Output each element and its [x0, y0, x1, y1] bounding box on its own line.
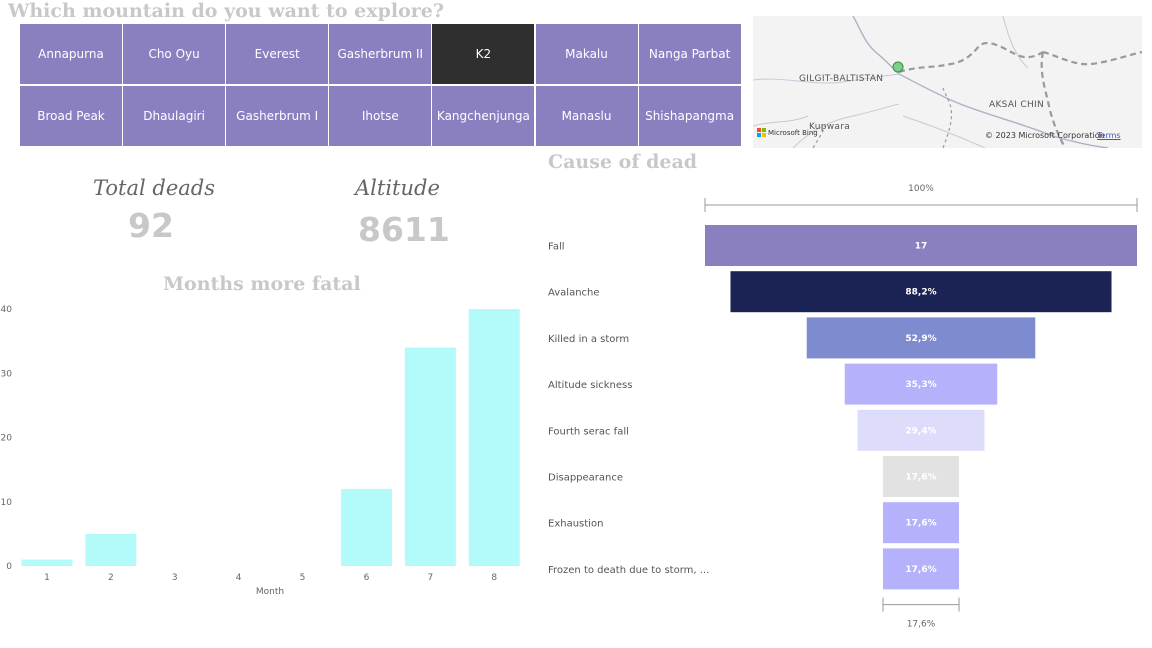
x-tick-label: 4: [236, 573, 242, 583]
x-tick-label: 7: [427, 573, 433, 583]
y-tick-label: 20: [1, 434, 13, 444]
funnel-bottom-label: 17,6%: [907, 620, 936, 630]
mountain-tile-everest[interactable]: Everest: [226, 24, 329, 84]
mountain-tile-gasherbrum-ii[interactable]: Gasherbrum II: [329, 24, 432, 84]
y-tick-label: 40: [1, 305, 13, 315]
mountain-tile-kangchenjunga[interactable]: Kangchenjunga: [432, 86, 535, 146]
x-tick-label: 6: [364, 573, 370, 583]
y-tick-label: 30: [1, 369, 13, 379]
bar-month-1[interactable]: [21, 559, 73, 566]
mountain-slicer: Annapurna Cho Oyu Everest Gasherbrum II K2 Ma…: [20, 24, 741, 148]
y-tick-label: 0: [6, 562, 12, 572]
months-chart-title: Months more fatal: [163, 273, 361, 295]
mountain-tile-ihotse[interactable]: Ihotse: [329, 86, 432, 146]
funnel-chart-title: Cause of dead: [548, 151, 698, 173]
x-axis-title: Month: [256, 587, 284, 597]
x-tick-label: 8: [491, 573, 497, 583]
funnel-value-label: 35,3%: [905, 380, 936, 390]
kpi-total-deads-value: 92: [128, 206, 174, 245]
map-visual[interactable]: GILGIT-BALTISTAN AKSAI CHIN Kupwara Micr…: [753, 16, 1142, 148]
kpi-total-deads-label: Total deads: [93, 176, 215, 200]
funnel-value-label: 17,6%: [905, 565, 936, 575]
bing-attribution: Microsoft Bing: [757, 128, 818, 137]
cause-funnel-chart[interactable]: 100% 17 Fall 88,2% Avalanche 52,9% Killed in a…: [540, 176, 1152, 638]
funnel-category-label: Avalanche: [548, 288, 600, 299]
mountain-tile-makalu[interactable]: Makalu: [535, 24, 638, 84]
mountain-tile-k2[interactable]: K2: [432, 24, 535, 84]
funnel-value-label: 17: [915, 242, 928, 252]
mountain-tile-shishapangma[interactable]: Shishapangma: [638, 86, 741, 146]
funnel-category-label: Fall: [548, 242, 565, 253]
x-tick-label: 1: [44, 573, 50, 583]
funnel-value-label: 17,6%: [905, 473, 936, 483]
funnel-value-label: 17,6%: [905, 519, 936, 529]
map-label-aksai-chin: AKSAI CHIN: [989, 100, 1045, 110]
funnel-value-label: 88,2%: [905, 288, 936, 298]
months-bar-chart[interactable]: 0 10 20 30 40 1 2 3 4 5 6 7 8 Month: [0, 298, 540, 598]
y-tick-label: 10: [1, 498, 13, 508]
x-tick-label: 2: [108, 573, 114, 583]
mountain-tile-dhaulagiri[interactable]: Dhaulagiri: [123, 86, 226, 146]
x-tick-label: 3: [172, 573, 178, 583]
mountain-tile-manaslu[interactable]: Manaslu: [535, 86, 638, 146]
page-title: Which mountain do you want to explore?: [8, 0, 444, 22]
funnel-category-label: Killed in a storm: [548, 334, 629, 345]
bing-brand-label: Microsoft Bing: [768, 128, 818, 137]
map-terms-link[interactable]: Terms: [1097, 131, 1121, 140]
x-tick-label: 5: [300, 573, 306, 583]
funnel-category-label: Frozen to death due to storm, ...: [548, 565, 709, 576]
kpi-altitude-value: 8611: [358, 210, 450, 249]
mountain-tile-annapurna[interactable]: Annapurna: [20, 24, 122, 84]
bar-month-8[interactable]: [468, 309, 520, 566]
bar-month-6[interactable]: [340, 488, 392, 566]
funnel-category-label: Fourth serac fall: [548, 426, 629, 437]
funnel-category-label: Disappearance: [548, 473, 623, 484]
funnel-category-label: Exhaustion: [548, 519, 603, 530]
funnel-value-label: 29,4%: [905, 426, 936, 436]
mountain-tile-nanga-parbat[interactable]: Nanga Parbat: [638, 24, 741, 84]
funnel-value-label: 52,9%: [905, 334, 936, 344]
kpi-altitude-label: Altitude: [355, 176, 440, 200]
mountain-tile-broad-peak[interactable]: Broad Peak: [20, 86, 122, 146]
mountain-tile-cho-oyu[interactable]: Cho Oyu: [123, 24, 226, 84]
bar-month-2[interactable]: [85, 533, 137, 566]
mountain-tile-gasherbrum-i[interactable]: Gasherbrum I: [226, 86, 329, 146]
funnel-top-label: 100%: [908, 184, 934, 194]
bar-month-7[interactable]: [404, 347, 456, 566]
microsoft-logo-icon: [757, 128, 766, 137]
funnel-category-label: Altitude sickness: [548, 380, 632, 391]
map-copyright: © 2023 Microsoft Corporation: [985, 131, 1105, 140]
k2-location-marker[interactable]: [892, 61, 904, 73]
map-label-gilgit-baltistan: GILGIT-BALTISTAN: [799, 74, 884, 84]
